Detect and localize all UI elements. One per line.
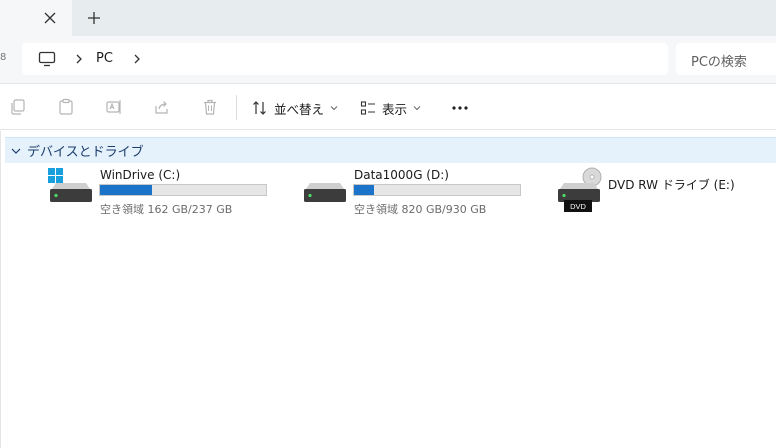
drive-usage-fill	[100, 185, 153, 195]
drive-name: Data1000G (D:)	[354, 168, 449, 182]
drive-usage-bar	[353, 184, 521, 196]
group-header-devices[interactable]: デバイスとドライブ	[5, 137, 776, 163]
group-label: デバイスとドライブ	[27, 145, 144, 160]
address-row: 8 PC PCの検索	[0, 36, 776, 84]
view-icon	[360, 101, 375, 115]
dvd-badge: DVD	[570, 202, 586, 211]
tab-close-button[interactable]	[40, 8, 60, 28]
dvd-drive-icon: DVD	[558, 167, 602, 212]
drive-c[interactable]: WinDrive (C:) 空き領域 162 GB/237 GB	[46, 167, 276, 216]
drive-d[interactable]: Data1000G (D:) 空き領域 820 GB/930 GB	[300, 167, 530, 216]
drive-name: DVD RW ドライブ (E:)	[608, 178, 735, 192]
chevron-right-icon[interactable]	[132, 53, 142, 65]
drive-free-space: 空き領域 820 GB/930 GB	[354, 203, 487, 216]
chevron-right-icon[interactable]	[74, 53, 84, 65]
drive-usage-fill	[354, 185, 374, 195]
hard-drive-icon	[304, 183, 346, 202]
copy-icon[interactable]	[9, 98, 27, 116]
view-label: 表示	[382, 101, 408, 117]
sort-label: 並べ替え	[274, 101, 325, 117]
more-options-button[interactable]	[448, 97, 472, 119]
new-tab-button[interactable]	[84, 8, 104, 28]
content-pane: デバイスとドライブ WinDrive (C:) 空き領域 162 GB/237 …	[0, 131, 776, 448]
drive-usage-bar	[99, 184, 267, 196]
search-input[interactable]: PCの検索	[676, 43, 776, 75]
sort-icon	[253, 101, 266, 115]
drive-e[interactable]: DVD DVD RW ドライブ (E:)	[554, 167, 754, 215]
sort-button[interactable]: 並べ替え	[252, 97, 338, 119]
paste-icon[interactable]	[57, 98, 75, 116]
search-placeholder: PCの検索	[691, 55, 747, 70]
view-button[interactable]: 表示	[360, 97, 421, 119]
more-icon	[452, 106, 468, 110]
drive-free-space: 空き領域 162 GB/237 GB	[100, 203, 233, 216]
breadcrumb-pc[interactable]: PC	[96, 51, 113, 66]
delete-icon[interactable]	[201, 98, 219, 116]
close-icon	[44, 12, 56, 24]
windows-drive-icon	[48, 168, 92, 202]
chevron-down-icon	[413, 106, 421, 111]
pc-icon	[38, 51, 56, 67]
command-bar: 並べ替え 表示	[0, 85, 776, 130]
chevron-down-icon	[330, 106, 338, 111]
tab-strip	[0, 0, 776, 36]
share-icon[interactable]	[153, 98, 171, 116]
address-bar[interactable]: PC	[22, 43, 668, 75]
plus-icon	[88, 12, 100, 24]
drive-name: WinDrive (C:)	[100, 168, 181, 182]
chevron-down-icon	[11, 148, 21, 154]
toolbar-separator	[236, 95, 237, 120]
nav-divider	[0, 131, 1, 448]
tab-active[interactable]	[0, 0, 72, 36]
rename-icon[interactable]	[105, 98, 123, 116]
left-edge-glyph: 8	[0, 52, 7, 63]
